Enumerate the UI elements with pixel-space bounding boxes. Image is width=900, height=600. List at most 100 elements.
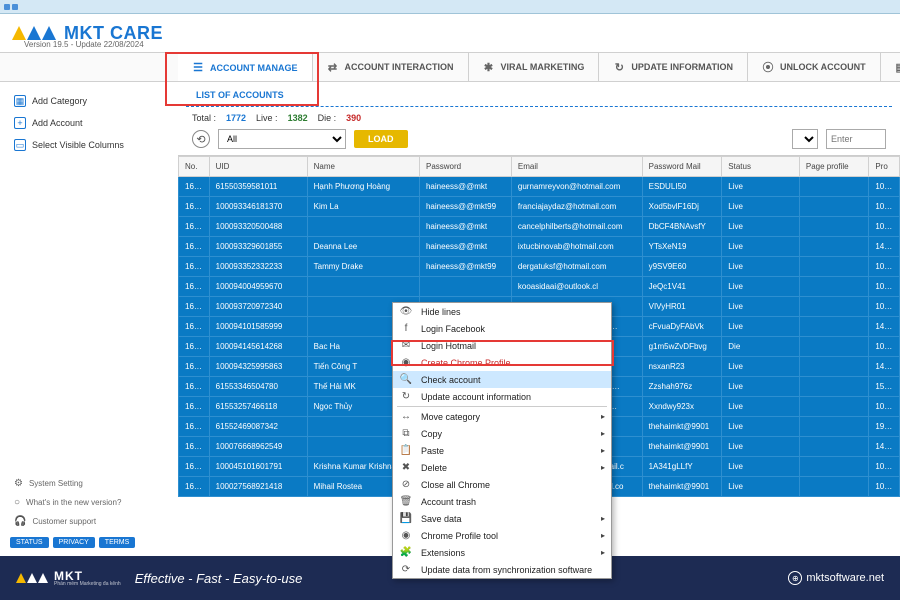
col-header[interactable]: Password Mail: [642, 157, 722, 177]
ctx-icon: ✉: [399, 340, 413, 351]
ctx-icon: ◉: [399, 530, 413, 541]
tab-account-manage[interactable]: ☰ACCOUNT MANAGE: [178, 52, 313, 81]
col-header[interactable]: Page profile: [799, 157, 868, 177]
refresh-button[interactable]: ⟲: [192, 130, 210, 148]
ctx-icon: 🔍: [399, 374, 413, 385]
ctx-icon: 📋: [399, 445, 413, 456]
tab-update-information[interactable]: ↻UPDATE INFORMATION: [599, 53, 748, 81]
search-input[interactable]: [826, 129, 886, 149]
table-row[interactable]: 1634100094004959670kooasidaai@outlook.cl…: [179, 277, 900, 297]
col-header[interactable]: Pro: [869, 157, 900, 177]
footer-tagline: Effective - Fast - Easy-to-use: [135, 571, 303, 586]
tab-account-interaction[interactable]: ⇄ACCOUNT INTERACTION: [313, 53, 469, 81]
submenu-arrow-icon: ▸: [601, 429, 605, 438]
table-row[interactable]: 1631100093320500488haineess@@mktcancelph…: [179, 217, 900, 237]
sidebar-icon: ▦: [14, 95, 26, 107]
sidebar-bottom-customer-support[interactable]: 🎧Customer support: [10, 512, 168, 531]
table-row[interactable]: 1632100093329601855Deanna Leehaineess@@m…: [179, 237, 900, 257]
sidebar-bottom-icon: 🎧: [14, 516, 26, 527]
stat-total: 1772: [226, 113, 246, 123]
tab-icon: ▤: [895, 61, 900, 73]
stats-bar: Total : 1772 Live : 1382 Die : 390: [178, 107, 900, 129]
globe-icon: ⊕: [788, 571, 802, 585]
sidebar-item-add-account[interactable]: +Add Account: [10, 112, 168, 134]
ctx-icon: ⧉: [399, 428, 413, 439]
ctx-icon: ◉: [399, 357, 413, 368]
footer-logo: MKT Phần mềm Marketing đa kênh: [16, 569, 121, 587]
tab-icon: ☰: [192, 62, 204, 74]
footer-url[interactable]: ⊕mktsoftware.net: [788, 571, 884, 585]
ctx-update-account-information[interactable]: ↻Update account information: [393, 388, 611, 405]
tab-unlock-account[interactable]: ⦿UNLOCK ACCOUNT: [748, 53, 881, 81]
ctx-copy[interactable]: ⧉Copy▸: [393, 425, 611, 442]
main-tabbar: ☰ACCOUNT MANAGE⇄ACCOUNT INTERACTION✱VIRA…: [0, 52, 900, 82]
badge-terms[interactable]: TERMS: [99, 537, 136, 548]
submenu-arrow-icon: ▸: [601, 446, 605, 455]
stat-die: 390: [346, 113, 361, 123]
sidebar-bottom-icon: ○: [14, 497, 20, 508]
section-title: LIST OF ACCOUNTS: [186, 84, 892, 107]
ctx-icon: 🧩: [399, 547, 413, 558]
ctx-hide-lines[interactable]: 👁Hide lines: [393, 303, 611, 320]
col-header[interactable]: No.: [179, 157, 210, 177]
tab-icon: ⦿: [762, 61, 774, 73]
sidebar-bottom-system-setting[interactable]: ⚙System Setting: [10, 474, 168, 493]
col-header[interactable]: UID: [209, 157, 307, 177]
context-menu: 👁Hide linesfLogin Facebook✉Login Hotmail…: [392, 302, 612, 579]
col-header[interactable]: Name: [307, 157, 419, 177]
ctx-login-hotmail[interactable]: ✉Login Hotmail: [393, 337, 611, 354]
sidebar-item-select-visible-columns[interactable]: ▭Select Visible Columns: [10, 134, 168, 156]
sidebar-icon: ▭: [14, 139, 26, 151]
ctx-save-data[interactable]: 💾Save data▸: [393, 510, 611, 527]
load-button[interactable]: LOAD: [354, 130, 408, 148]
stat-live: 1382: [288, 113, 308, 123]
sidebar-bottom-what-s-in-the-new-version-[interactable]: ○What's in the new version?: [10, 493, 168, 512]
submenu-arrow-icon: ▸: [601, 463, 605, 472]
submenu-arrow-icon: ▸: [601, 531, 605, 540]
ctx-icon: 👁: [399, 306, 413, 317]
ctx-update-data-from-synchronization-software[interactable]: ⟳Update data from synchronization softwa…: [393, 561, 611, 578]
submenu-arrow-icon: ▸: [601, 412, 605, 421]
ctx-icon: ✖: [399, 462, 413, 473]
tab-content-m[interactable]: ▤CONTENT M: [881, 53, 900, 81]
sidebar: ▦Add Category+Add Account▭Select Visible…: [0, 82, 178, 556]
ctx-close-all-chrome[interactable]: ⊘Close all Chrome: [393, 476, 611, 493]
ctx-move-category[interactable]: ↔Move category▸: [393, 408, 611, 425]
sidebar-item-add-category[interactable]: ▦Add Category: [10, 90, 168, 112]
ctx-icon: 💾: [399, 513, 413, 524]
ctx-icon: ↻: [399, 391, 413, 402]
badge-privacy[interactable]: PRIVACY: [53, 537, 95, 548]
tab-icon: ↻: [613, 61, 625, 73]
ctx-account-trash[interactable]: 🗑Account trash: [393, 493, 611, 510]
badge-status[interactable]: STATUS: [10, 537, 49, 548]
ctx-icon: ⟳: [399, 564, 413, 575]
sidebar-icon: +: [14, 117, 26, 129]
ctx-delete[interactable]: ✖Delete▸: [393, 459, 611, 476]
category-select[interactable]: All: [218, 129, 346, 149]
ctx-login-facebook[interactable]: fLogin Facebook: [393, 320, 611, 337]
tab-icon: ⇄: [327, 61, 339, 73]
ctx-check-account[interactable]: 🔍Check account: [393, 371, 611, 388]
col-header[interactable]: Email: [511, 157, 642, 177]
submenu-arrow-icon: ▸: [601, 514, 605, 523]
submenu-arrow-icon: ▸: [601, 548, 605, 557]
table-row[interactable]: 1633100093352332233Tammy Drakehaineess@@…: [179, 257, 900, 277]
tab-viral-marketing[interactable]: ✱VIRAL MARKETING: [469, 53, 600, 81]
col-header[interactable]: Password: [419, 157, 511, 177]
table-row[interactable]: 162961550359581011Hạnh Phương Hoànghaine…: [179, 177, 900, 197]
tab-icon: ✱: [483, 61, 495, 73]
window-titlebar: [0, 0, 900, 14]
ctx-extensions[interactable]: 🧩Extensions▸: [393, 544, 611, 561]
col-header[interactable]: Status: [722, 157, 800, 177]
ctx-icon: f: [399, 323, 413, 334]
ctx-icon: 🗑: [399, 496, 413, 507]
search-column-select[interactable]: [792, 129, 818, 149]
app-version: Version 19.5 - Update 22/08/2024: [24, 40, 144, 49]
sidebar-bottom-icon: ⚙: [14, 478, 23, 489]
ctx-chrome-profile-tool[interactable]: ◉Chrome Profile tool▸: [393, 527, 611, 544]
ctx-paste[interactable]: 📋Paste▸: [393, 442, 611, 459]
table-row[interactable]: 1630100093346181370Kim Lahaineess@@mkt99…: [179, 197, 900, 217]
filter-bar: ⟲ All LOAD: [178, 129, 900, 155]
ctx-create-chrome-profile[interactable]: ◉Create Chrome Profile: [393, 354, 611, 371]
ctx-icon: ⊘: [399, 479, 413, 490]
